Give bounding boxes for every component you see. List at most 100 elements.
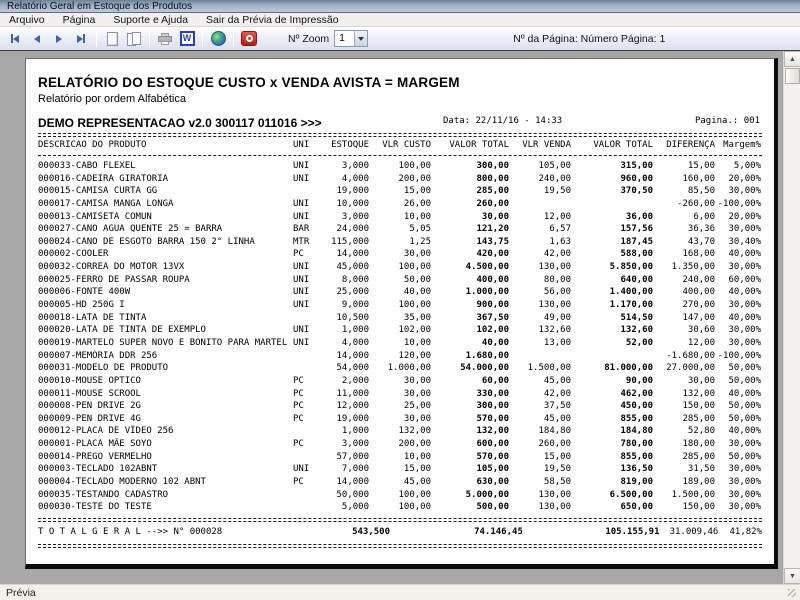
cell-margem: 30,00%: [728, 464, 761, 475]
cell-valor-total-venda: 5.850,00: [609, 262, 653, 273]
menu-arquivo[interactable]: Arquivo: [0, 13, 54, 27]
cell-vlr-venda: 19,50: [543, 186, 571, 197]
table-row: 000030-TESTE DO TESTE 5,000 100,00 500,0…: [38, 501, 762, 514]
cell-vlr-venda: 56,00: [543, 287, 571, 298]
export-web-button[interactable]: [208, 29, 228, 48]
report-date: Data: 22/11/16 - 14:33: [443, 116, 563, 126]
table-row: 000005-HD 250G I UNI 9,000 100,00 900,00…: [38, 299, 762, 312]
cell-uni: [293, 425, 329, 438]
cell-vlr-venda: 130,00: [538, 262, 571, 273]
menu-suporte-e-ajuda[interactable]: Suporte e Ajuda: [104, 13, 197, 27]
first-page-icon: [11, 34, 19, 43]
table-row: 000025-FERRO DE PASSAR ROUPA UNI 8,000 5…: [38, 274, 762, 287]
cell-diferenca: 27.000,00: [666, 363, 715, 374]
cell-valor-total-venda: 514,50: [620, 312, 653, 323]
last-page-button[interactable]: [71, 29, 91, 48]
cell-margem: 50,00%: [728, 413, 761, 424]
cell-valor-total-custo: 1.680,00: [465, 350, 509, 361]
cell-estoque: 19,000: [336, 186, 369, 197]
cell-estoque: 1,000: [341, 325, 369, 336]
cell-diferenca: 30,60: [687, 325, 715, 336]
status-text: Prévia: [6, 586, 36, 599]
cell-descricao: 000032-CORREA DO MOTOR 13VX: [38, 262, 185, 273]
cell-uni: UNI: [293, 211, 310, 222]
table-row: 000010-MOUSE OPTICO PC 2,000 30,00 60,00…: [38, 375, 762, 388]
cell-valor-total-custo: 500,00: [476, 502, 509, 513]
cell-valor-total-venda: [571, 198, 653, 211]
cell-vlr-custo: 45,00: [403, 477, 431, 488]
cell-estoque: 10,000: [336, 198, 369, 209]
vertical-scrollbar[interactable]: ▲ ▼: [783, 51, 800, 584]
table-header-row: DESCRICAO DO PRODUTO UNI ESTOQUE VLR CUS…: [38, 137, 762, 153]
cell-valor-total-custo: 30,00: [481, 211, 509, 222]
cell-descricao: 000001-PLACA MÃE SOYO: [38, 439, 152, 450]
cell-valor-total-venda: 1.400,00: [609, 287, 653, 298]
cell-estoque: 11,000: [336, 388, 369, 399]
two-page-view-button[interactable]: [124, 29, 144, 48]
cell-valor-total-custo: 132,00: [476, 426, 509, 437]
cell-valor-total-custo: 900,00: [476, 300, 509, 311]
single-page-view-button[interactable]: [102, 29, 122, 48]
two-page-icon: [126, 31, 142, 46]
page-number-info: Nº da Página: Número Página: 1: [513, 32, 666, 45]
next-page-button[interactable]: [49, 29, 69, 48]
cell-valor-total-venda: 588,00: [620, 249, 653, 260]
cell-vlr-custo: 132,00: [398, 426, 431, 437]
cell-valor-total-venda: 650,00: [620, 502, 653, 513]
first-page-button[interactable]: [5, 29, 25, 48]
total-label: T O T A L G E R A L -->> N° 000028: [38, 526, 223, 537]
cell-vlr-venda: 19,50: [543, 464, 571, 475]
resize-grip[interactable]: [788, 589, 796, 597]
total-diferenca: 31.009,46: [669, 526, 719, 537]
cell-margem: 50,00%: [728, 401, 761, 412]
cell-descricao: 000018-LATA DE TINTA: [38, 312, 147, 323]
cell-valor-total-venda: [571, 350, 653, 363]
cell-uni: UNI: [293, 337, 310, 348]
cell-descricao: 000008-PEN DRIVE 2G: [38, 401, 141, 412]
cell-descricao: 000019-MARTELO SUPER NOVO E BONITO PARA …: [38, 337, 288, 348]
menu-pagina[interactable]: Página: [54, 13, 105, 27]
cell-valor-total-venda: 81.000,00: [604, 363, 653, 374]
cell-descricao: 000035-TESTANDO CADASTRO: [38, 489, 169, 500]
cell-valor-total-custo: 367,50: [476, 312, 509, 323]
cell-descricao: 000014-PREGO VERMELHO: [38, 451, 152, 462]
app-window: Relatório Geral em Estoque dos Produtos …: [0, 0, 800, 600]
cell-diferenca: 36,36: [687, 224, 715, 235]
preview-workspace[interactable]: RELATÓRIO DO ESTOQUE CUSTO x VENDA AVIST…: [0, 50, 800, 584]
cell-valor-total-custo: 600,00: [476, 439, 509, 450]
scroll-down-button[interactable]: ▼: [784, 568, 800, 584]
chevron-down-icon[interactable]: [354, 31, 368, 46]
previous-page-button[interactable]: [27, 29, 47, 48]
print-button[interactable]: [155, 29, 175, 48]
cell-descricao: 000017-CAMISA MANGA LONGA: [38, 198, 174, 209]
cell-vlr-venda: 42,00: [543, 249, 571, 260]
cell-valor-total-custo: 400,00: [476, 274, 509, 285]
cell-uni: UNI: [293, 464, 310, 475]
cell-vlr-custo: 120,00: [398, 350, 431, 361]
table-row: 000001-PLACA MÃE SOYO PC 3,000 200,00 60…: [38, 438, 762, 451]
table-row: 000013-CAMISETA COMUN UNI 3,000 10,00 30…: [38, 211, 762, 224]
scroll-up-button[interactable]: ▲: [784, 51, 800, 67]
cell-uni: [293, 489, 329, 502]
cell-margem: 30,00%: [728, 439, 761, 450]
close-preview-button[interactable]: [239, 29, 259, 48]
cell-estoque: 10,500: [336, 312, 369, 323]
cell-vlr-venda: 58,50: [543, 477, 571, 488]
cell-valor-total-venda: 136,50: [620, 464, 653, 475]
cell-margem: 50,00%: [728, 363, 761, 374]
menu-sair-da-previa[interactable]: Sair da Prévia de Impressão: [197, 13, 347, 27]
table-row: 000002-COOLER PC 14,000 30,00 420,00 42,…: [38, 248, 762, 261]
cell-vlr-venda: 260,00: [538, 439, 571, 450]
col-header-vlr-venda: VLR VENDA: [522, 140, 571, 150]
cell-vlr-custo: 35,00: [403, 312, 431, 323]
cell-diferenca: -1.680,00: [666, 350, 715, 361]
cell-estoque: 24,000: [336, 224, 369, 235]
cell-margem: 30,00%: [728, 325, 761, 336]
cell-diferenca: 85,50: [687, 186, 715, 197]
cell-vlr-custo: 100,00: [398, 161, 431, 171]
scrollbar-thumb[interactable]: [785, 68, 800, 84]
cell-vlr-venda: 49,00: [543, 312, 571, 323]
zoom-select[interactable]: 1: [334, 30, 369, 47]
export-word-button[interactable]: W: [177, 29, 197, 48]
cell-margem: 30,00%: [728, 262, 761, 273]
